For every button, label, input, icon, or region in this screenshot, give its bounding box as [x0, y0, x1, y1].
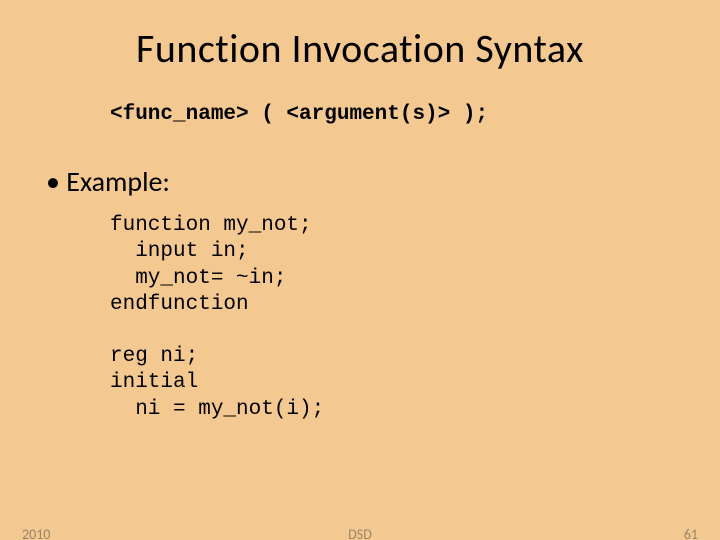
footer-page-number: 61	[684, 526, 698, 540]
slide-title: Function Invocation Syntax	[40, 24, 680, 73]
footer-center: DSD	[0, 526, 720, 540]
code-block-usage: reg ni; initial ni = my_not(i);	[110, 344, 680, 423]
syntax-grammar: <func_name> ( <argument(s)> );	[110, 103, 680, 126]
example-bullet: Example:	[46, 164, 680, 199]
slide: Function Invocation Syntax <func_name> (…	[0, 0, 720, 540]
code-block-function: function my_not; input in; my_not= ~in; …	[110, 213, 680, 318]
